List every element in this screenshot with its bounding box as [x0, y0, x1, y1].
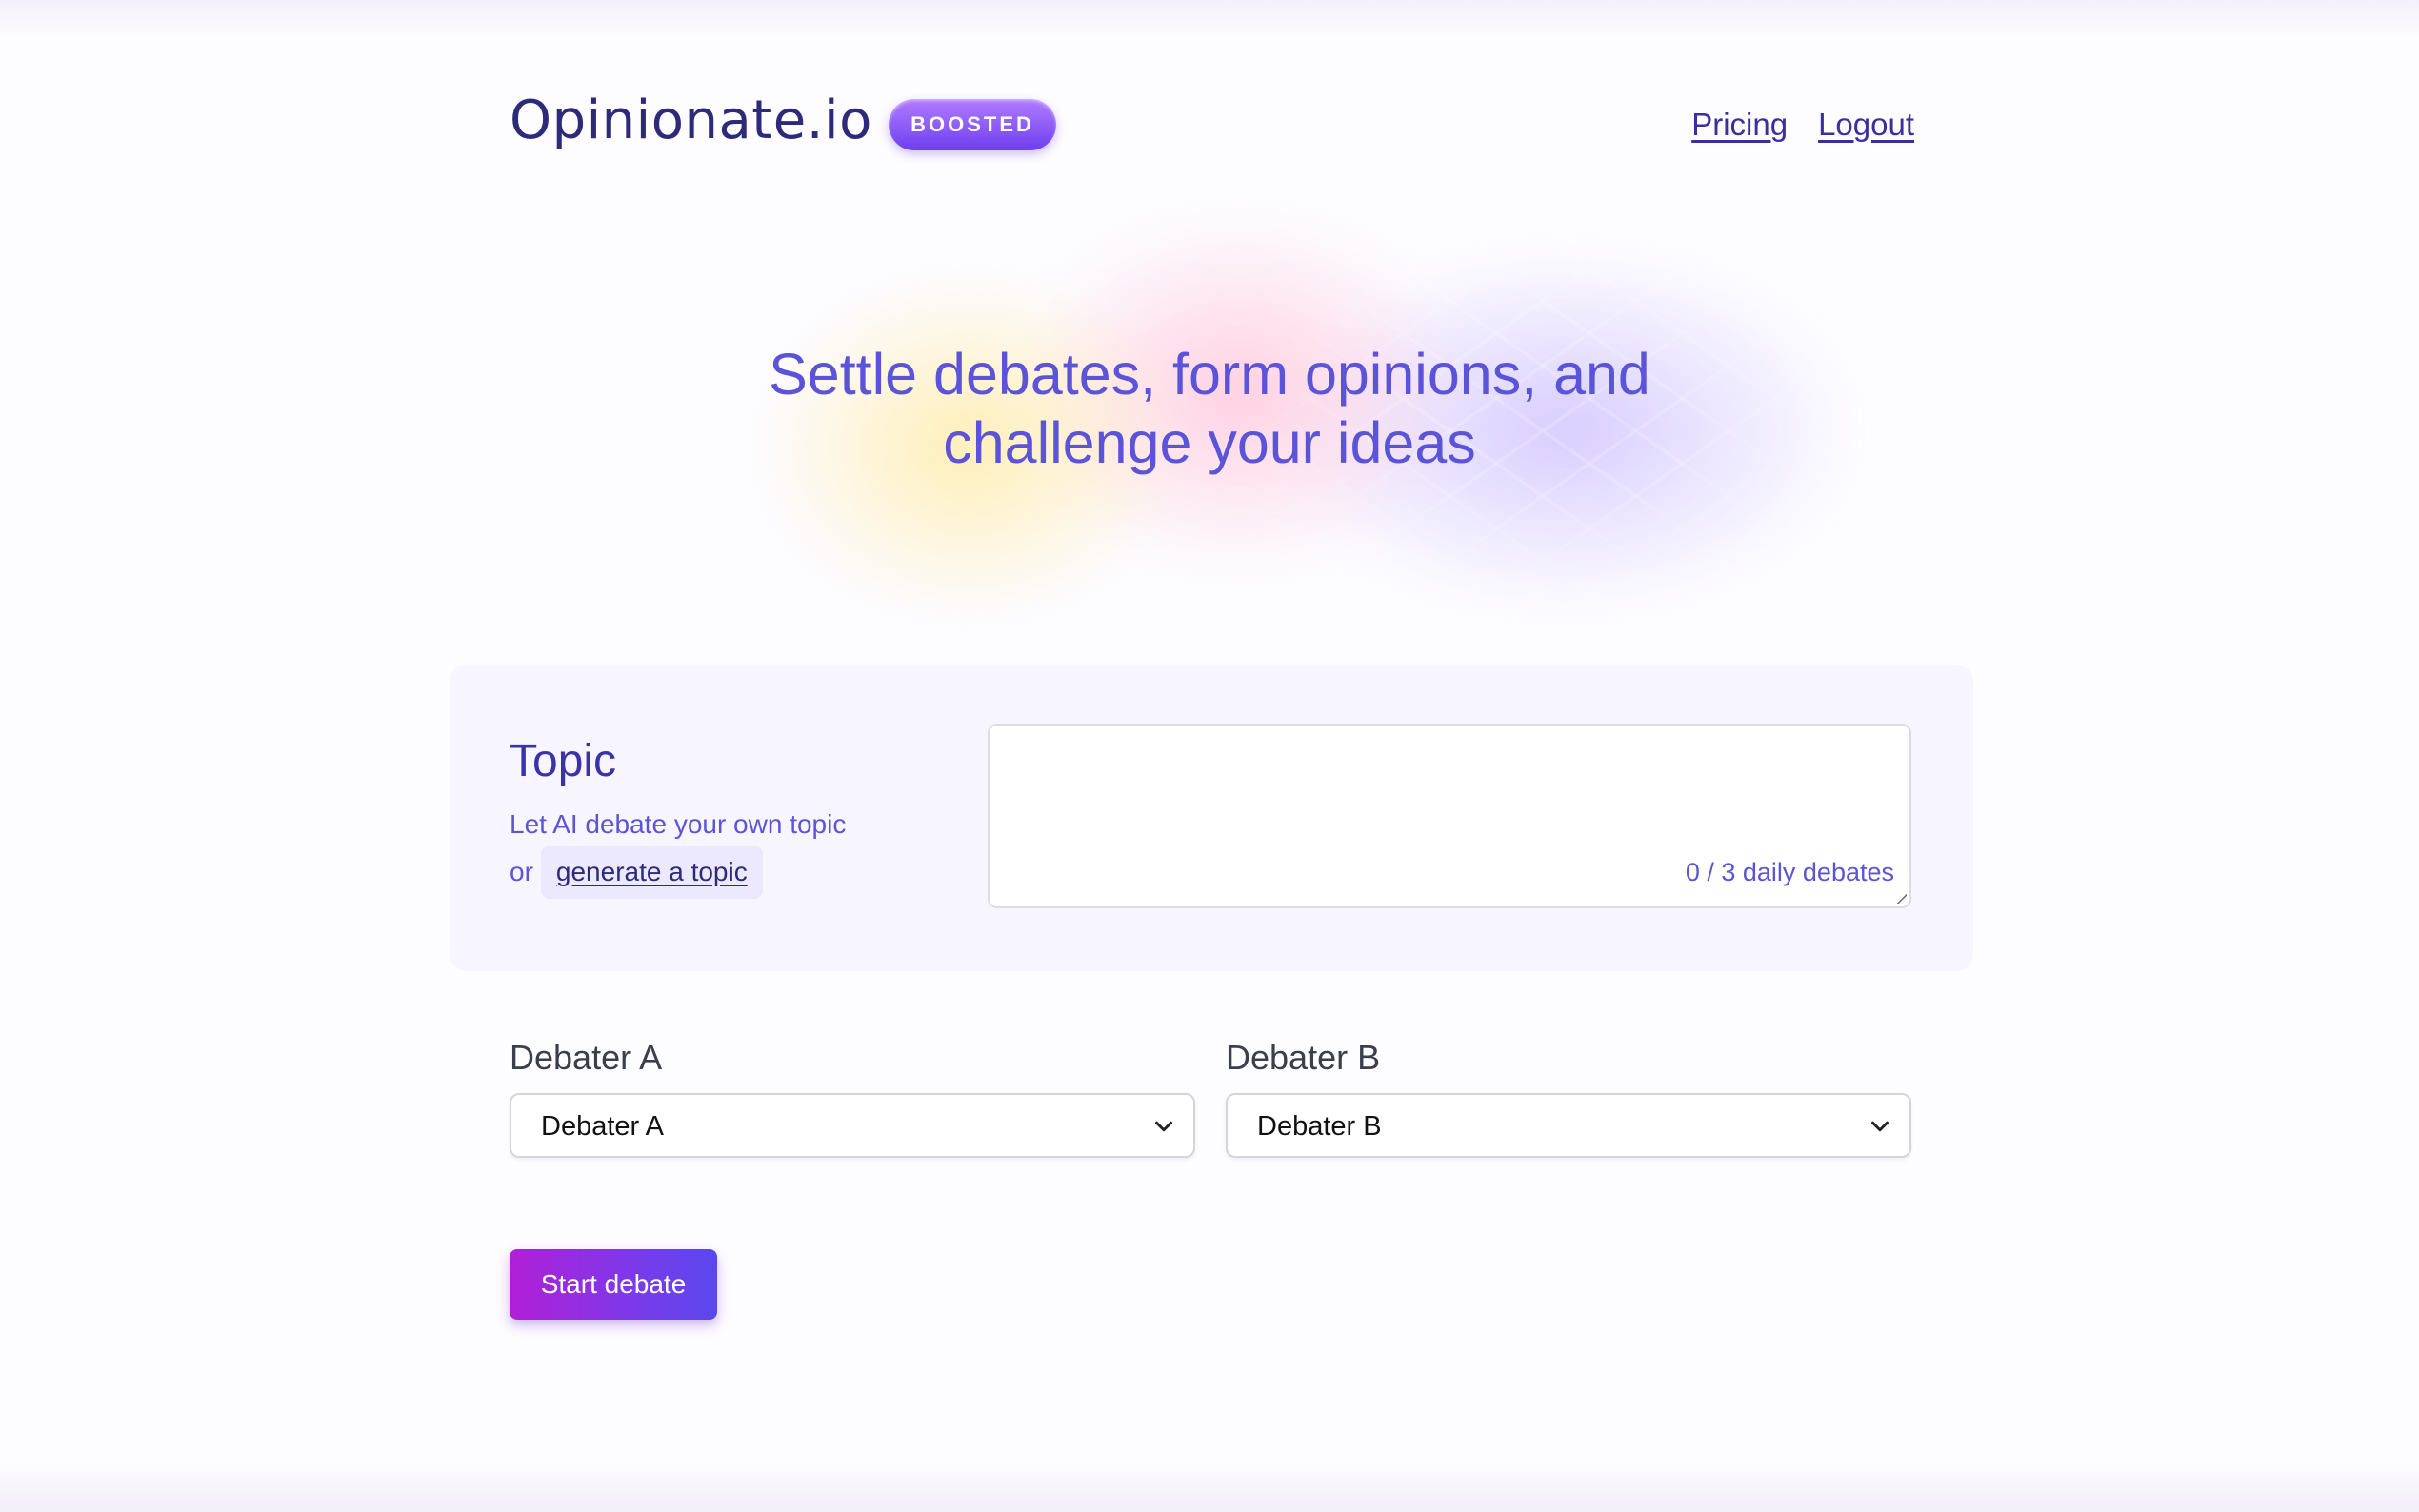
bottom-fade	[0, 1464, 2419, 1512]
debater-b-label: Debater B	[1226, 1038, 1381, 1077]
top-fade	[0, 0, 2419, 38]
chevron-down-icon	[1155, 1121, 1172, 1132]
daily-debates-counter: 0 / 3 daily debates	[1685, 858, 1894, 886]
top-nav: Pricing Logout	[1691, 107, 1914, 143]
debater-b-selected-value: Debater B	[1257, 1111, 1382, 1142]
debater-a-select[interactable]: Debater A	[510, 1093, 1195, 1158]
topic-title: Topic	[510, 736, 617, 786]
debater-a-selected-value: Debater A	[541, 1111, 664, 1142]
hero-headline: Settle debates, form opinions, and chall…	[610, 340, 1809, 477]
or-text: or	[510, 857, 533, 886]
page: Opinionate.io BOOSTED Pricing Logout Set…	[0, 0, 2419, 1512]
resize-handle-icon[interactable]	[1897, 894, 1907, 904]
topic-or-line: or generate a topic	[510, 846, 763, 899]
boosted-badge: BOOSTED	[889, 99, 1056, 150]
chevron-down-icon	[1871, 1121, 1889, 1132]
topic-card: Topic Let AI debate your own topic or ge…	[450, 665, 1973, 971]
debater-a-label: Debater A	[510, 1038, 663, 1077]
topic-input-wrapper: 0 / 3 daily debates	[988, 724, 1911, 908]
site-header: Opinionate.io BOOSTED Pricing Logout	[510, 88, 1914, 164]
hero-line-2: challenge your ideas	[943, 410, 1476, 475]
topic-subtitle: Let AI debate your own topic	[510, 809, 847, 839]
generate-topic-link[interactable]: generate a topic	[540, 846, 763, 899]
hero-line-1: Settle debates, form opinions, and	[769, 342, 1650, 407]
logout-link[interactable]: Logout	[1818, 107, 1914, 143]
pricing-link[interactable]: Pricing	[1691, 107, 1788, 143]
debater-b-select[interactable]: Debater B	[1226, 1093, 1911, 1158]
start-debate-button[interactable]: Start debate	[510, 1249, 717, 1320]
brand-logo[interactable]: Opinionate.io	[510, 88, 872, 154]
